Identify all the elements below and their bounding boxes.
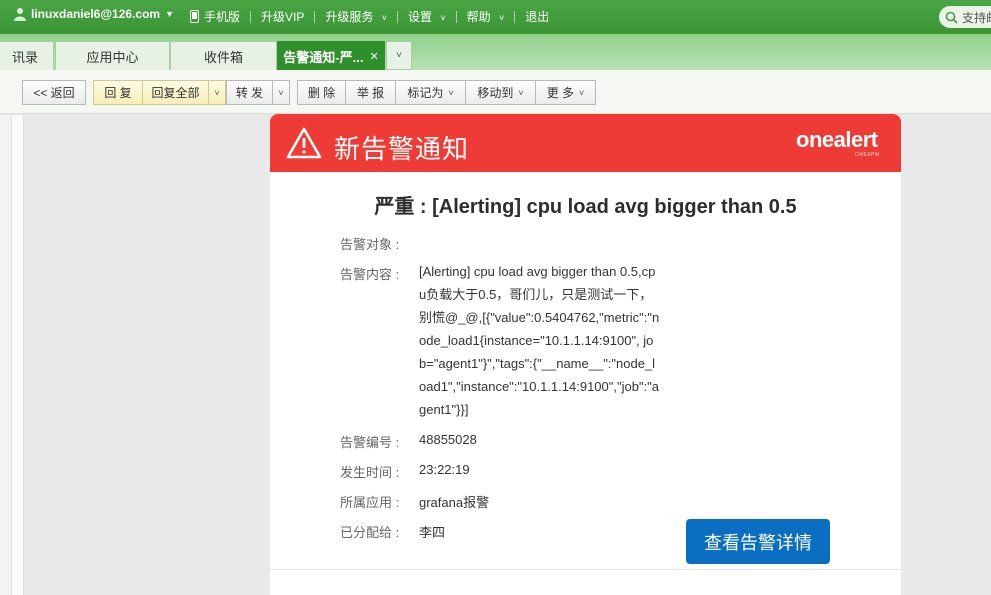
reply-dropdown[interactable]: ˅	[208, 80, 226, 105]
search-label: 支持邮	[962, 10, 991, 25]
more-button[interactable]: 更 多 ˅	[535, 80, 596, 105]
chevron-down-icon: ˅	[214, 87, 220, 98]
tab-label: 应用中心	[86, 49, 139, 65]
back-label: << 返回	[33, 86, 75, 100]
back-button[interactable]: << 返回	[22, 80, 86, 105]
chevron-down-icon: ˅	[518, 87, 524, 98]
tab-contacts[interactable]: 讯录	[0, 41, 54, 70]
app-label: 所属应用 :	[340, 495, 400, 510]
tab-inbox[interactable]: 收件箱	[170, 41, 277, 70]
forward-button[interactable]: 转 发	[226, 80, 273, 105]
help-link[interactable]: 帮助 ˅	[467, 8, 505, 25]
chevron-down-icon: ˅	[381, 13, 387, 23]
time-value: 23:22:19	[419, 462, 470, 477]
app-value: grafana报警	[419, 495, 490, 510]
chevron-down-icon: ˅	[278, 87, 284, 98]
mark-as-button[interactable]: 标记为 ˅	[395, 80, 466, 105]
tab-list-dropdown[interactable]: ˅	[386, 41, 412, 70]
tab-label: 告警通知-严...	[283, 49, 364, 65]
divider	[455, 10, 457, 23]
forward-label: 转 发	[235, 86, 264, 100]
phone-icon	[190, 10, 199, 23]
alert-email-card: 新告警通知 onealert ONEAPM 严重 : [Alerting] cp…	[270, 114, 901, 595]
alert-header: 新告警通知 onealert ONEAPM	[270, 114, 901, 172]
alert-title: 严重 : [Alerting] cpu load avg bigger than…	[374, 196, 797, 218]
tab-strip: 讯录 应用中心 收件箱 告警通知-严... ✕ ˅	[0, 34, 991, 70]
tab-label: 收件箱	[203, 49, 243, 65]
divider	[396, 10, 398, 23]
reply-label: 回 复	[104, 86, 132, 100]
search-box[interactable]: 支持邮	[939, 6, 991, 28]
top-nav-bar: linuxdaniel6@126.com ▼ 手机版 升级VIP 升级服务 ˅ …	[0, 0, 991, 34]
chevron-down-icon: ˅	[396, 50, 402, 61]
oneapm-logo-text: ONEAPM	[855, 152, 880, 158]
report-label: 举 报	[356, 86, 385, 100]
move-to-label: 移动到	[477, 86, 514, 100]
delete-button[interactable]: 删 除	[297, 80, 346, 105]
user-menu[interactable]: linuxdaniel6@126.com ▼	[14, 7, 174, 21]
tab-app-center[interactable]: 应用中心	[55, 41, 170, 70]
user-icon	[14, 8, 26, 21]
divider	[514, 10, 516, 23]
report-button[interactable]: 举 报	[345, 80, 396, 105]
divider	[314, 10, 316, 23]
chevron-down-icon: ▼	[165, 9, 175, 19]
reply-all-button[interactable]: 回复全部	[142, 80, 209, 105]
sidebar-edge-inner	[12, 115, 24, 595]
delete-label: 删 除	[307, 86, 336, 100]
alert-id-label: 告警编号 :	[340, 435, 400, 450]
content-label: 告警内容 :	[340, 267, 400, 282]
reply-all-label: 回复全部	[151, 86, 200, 100]
chevron-down-icon: ˅	[579, 87, 585, 98]
mobile-link[interactable]: 手机版	[204, 8, 240, 25]
forward-dropdown[interactable]: ˅	[272, 80, 290, 105]
view-alert-details-button[interactable]: 查看告警详情	[686, 519, 830, 564]
divider	[250, 10, 252, 23]
chevron-down-icon: ˅	[498, 13, 505, 23]
alert-id-value: 48855028	[419, 432, 477, 447]
content-value: [Alerting] cpu load avg bigger than 0.5,…	[419, 264, 660, 417]
tab-label: 讯录	[11, 49, 38, 65]
sidebar-edge	[0, 115, 12, 595]
header-title: 新告警通知	[334, 134, 470, 164]
settings-label: 设置	[407, 10, 432, 24]
upgrade-service-label: 升级服务	[325, 10, 374, 24]
mark-as-label: 标记为	[407, 86, 444, 100]
settings-link[interactable]: 设置 ˅	[408, 8, 446, 25]
divider	[270, 569, 901, 570]
assignee-label: 已分配给 :	[340, 525, 400, 540]
time-label: 发生时间 :	[340, 465, 400, 480]
onealert-logo: onealert	[796, 127, 878, 152]
logout-link[interactable]: 退出	[525, 8, 549, 25]
close-icon[interactable]: ✕	[369, 50, 378, 63]
upgrade-service-link[interactable]: 升级服务 ˅	[325, 8, 387, 25]
upgrade-vip-link[interactable]: 升级VIP	[261, 8, 304, 25]
top-nav-links: 手机版 升级VIP 升级服务 ˅ 设置 ˅ 帮助 ˅ 退出	[190, 8, 549, 25]
tab-alert-mail[interactable]: 告警通知-严... ✕	[277, 41, 385, 70]
search-icon	[945, 11, 958, 24]
target-label: 告警对象 :	[340, 237, 400, 252]
user-email: linuxdaniel6@126.com	[31, 7, 161, 21]
assignee-value: 李四	[419, 525, 446, 540]
chevron-down-icon: ˅	[448, 87, 454, 98]
reply-button[interactable]: 回 复	[93, 80, 143, 105]
mail-toolbar: << 返回 回 复 回复全部 ˅ 转 发 ˅ 删 除 举 报 标记为 ˅ 移动到…	[0, 70, 991, 114]
warning-icon	[286, 127, 322, 159]
move-to-button[interactable]: 移动到 ˅	[465, 80, 536, 105]
chevron-down-icon: ˅	[440, 13, 446, 23]
help-label: 帮助	[466, 10, 491, 24]
more-label: 更 多	[546, 86, 575, 100]
